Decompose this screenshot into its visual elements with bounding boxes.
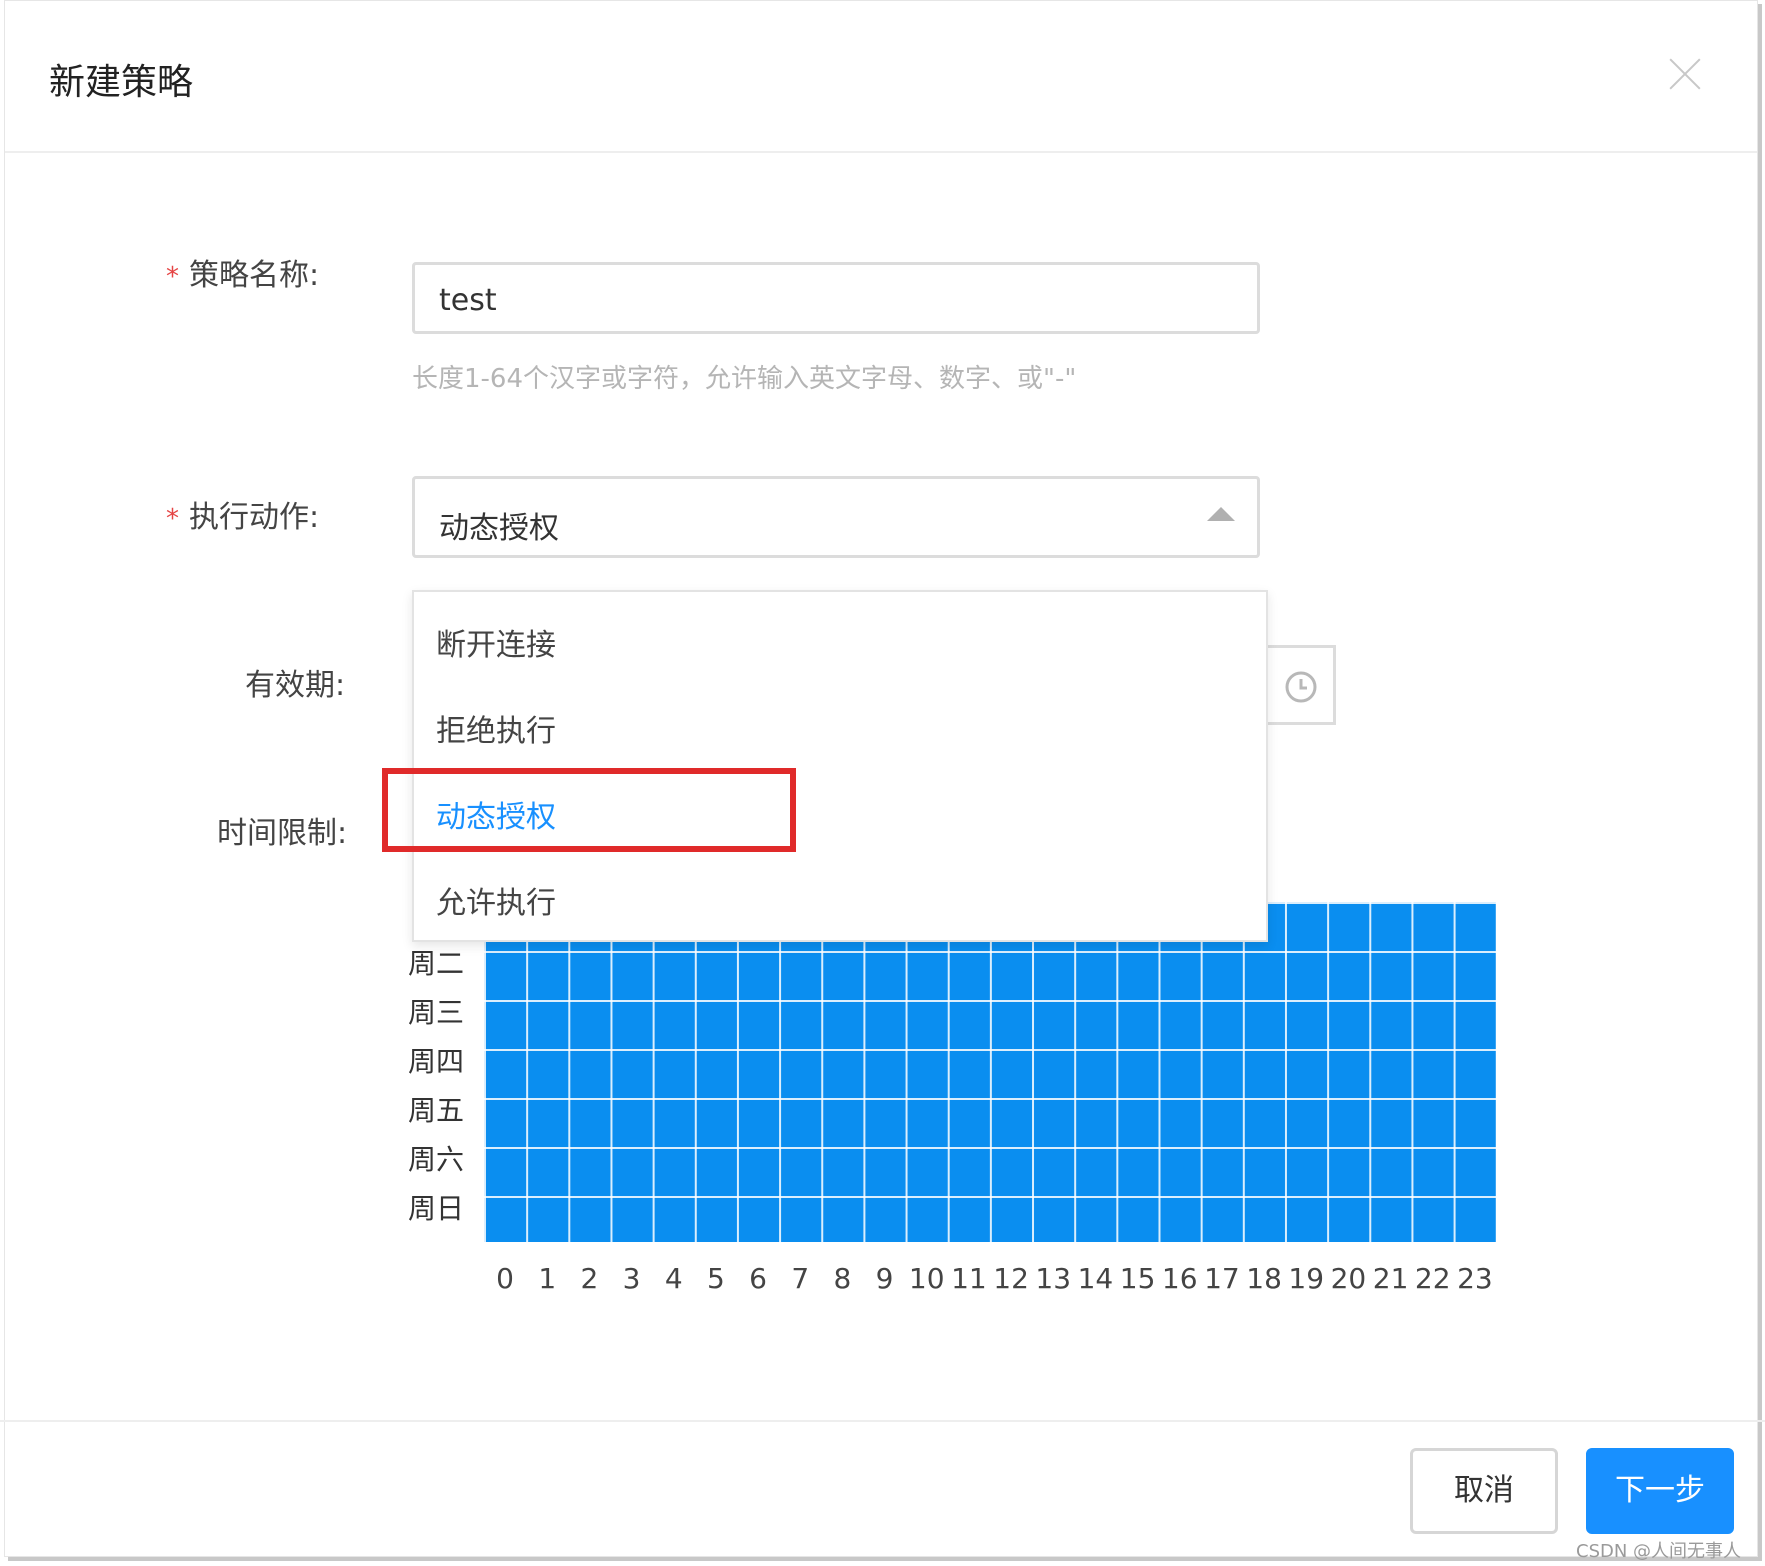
hour-label: 17 — [1204, 1262, 1240, 1295]
hour-label: 5 — [706, 1262, 725, 1295]
policy-name-hint: 长度1-64个汉字或字符，允许输入英文字母、数字、或"-" — [412, 364, 1077, 394]
hour-label: 23 — [1457, 1262, 1493, 1295]
hour-label: 14 — [1077, 1262, 1114, 1295]
hour-label: 22 — [1414, 1262, 1451, 1295]
hour-label: 6 — [749, 1262, 767, 1295]
action-select[interactable]: 动态授权 — [412, 476, 1260, 558]
cancel-button[interactable]: 取消 — [1410, 1448, 1558, 1534]
hour-label: 19 — [1288, 1262, 1325, 1295]
footer-divider — [0, 1420, 1765, 1422]
hour-label: 18 — [1246, 1262, 1282, 1295]
annotation-highlight-box — [382, 768, 796, 852]
time-picker-button[interactable] — [1262, 645, 1336, 725]
caret-up-icon — [1207, 507, 1235, 521]
validity-label: 有效期: — [245, 668, 346, 703]
hour-label: 4 — [664, 1262, 683, 1295]
policy-name-input[interactable]: test — [412, 262, 1260, 334]
day-label: 周二 — [408, 947, 465, 980]
policy-name-value: test — [439, 283, 497, 318]
hour-label: 3 — [622, 1262, 641, 1295]
hour-label: 16 — [1161, 1262, 1198, 1295]
hour-label: 20 — [1330, 1262, 1367, 1295]
hour-label: 10 — [908, 1262, 945, 1295]
hour-label: 13 — [1035, 1262, 1072, 1295]
hour-label: 11 — [951, 1262, 987, 1295]
dropdown-option[interactable]: 拒绝执行 — [436, 706, 556, 750]
required-marker: * — [166, 262, 179, 292]
dropdown-option[interactable]: 允许执行 — [436, 878, 556, 922]
hour-label: 12 — [993, 1262, 1029, 1295]
watermark: CSDN @人间无事人 — [1576, 1541, 1742, 1562]
hour-label: 21 — [1372, 1262, 1409, 1295]
day-label: 周五 — [408, 1094, 465, 1127]
next-button[interactable]: 下一步 — [1586, 1448, 1734, 1534]
time-limit-label: 时间限制: — [217, 816, 348, 851]
day-label: 周日 — [408, 1192, 465, 1225]
day-label: 周三 — [408, 996, 465, 1029]
hour-label: 0 — [496, 1262, 514, 1295]
hour-label: 8 — [833, 1262, 852, 1295]
action-selected-value: 动态授权 — [439, 511, 559, 546]
hour-label: 7 — [791, 1262, 810, 1295]
hour-label: 9 — [875, 1262, 894, 1295]
action-label: * 执行动作: — [166, 500, 320, 535]
day-label: 周六 — [408, 1143, 465, 1176]
close-icon[interactable] — [1668, 57, 1702, 91]
hour-label: 2 — [580, 1262, 599, 1295]
hour-label: 1 — [538, 1262, 557, 1295]
name-label: * 策略名称: — [166, 258, 320, 293]
action-dropdown: 断开连接 拒绝执行 动态授权 允许执行 — [412, 590, 1268, 942]
dialog-title: 新建策略 — [49, 62, 194, 103]
dialog-header: 新建策略 — [5, 1, 1757, 153]
day-label: 周四 — [408, 1045, 465, 1078]
clock-icon — [1285, 671, 1317, 703]
time-grid[interactable] — [484, 902, 1496, 1242]
dropdown-option[interactable]: 断开连接 — [436, 620, 556, 664]
required-marker: * — [166, 504, 179, 534]
hour-label: 15 — [1119, 1262, 1156, 1295]
